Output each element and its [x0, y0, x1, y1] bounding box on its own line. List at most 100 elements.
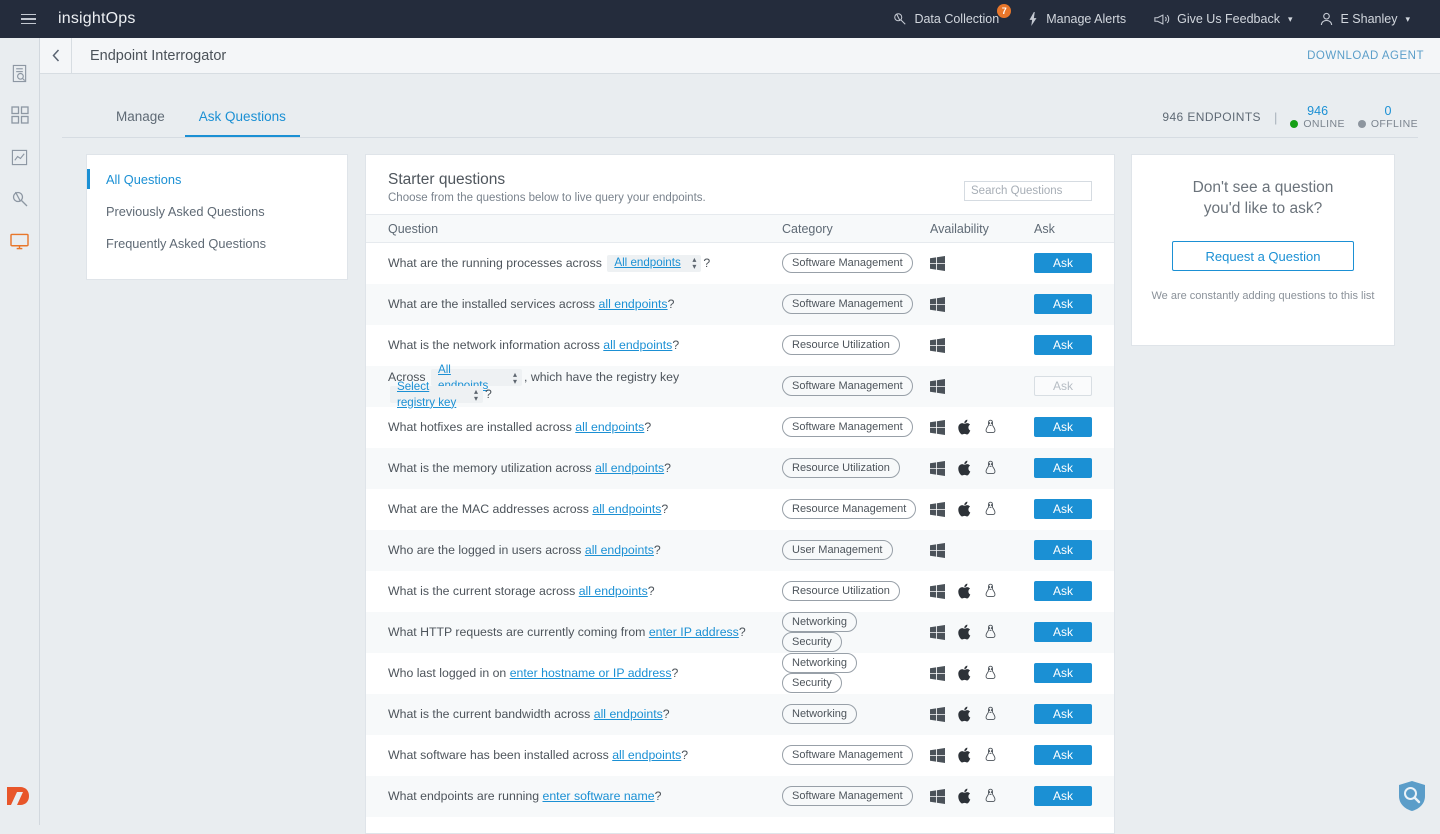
question-text: What software has been installed across [388, 748, 612, 762]
ask-button[interactable]: Ask [1034, 745, 1092, 765]
ask-button[interactable]: Ask [1034, 417, 1092, 437]
user-menu-button[interactable]: E Shanley ▾ [1306, 0, 1424, 38]
request-a-question-button[interactable]: Request a Question [1172, 241, 1354, 271]
availability-cell [922, 530, 1026, 571]
windows-icon [930, 379, 945, 394]
ask-button[interactable]: Ask [1034, 786, 1092, 806]
manage-alerts-button[interactable]: Manage Alerts [1013, 0, 1140, 38]
question-cell: What are the running processes across Al… [366, 243, 774, 284]
question-parameter-select[interactable]: All endpoints▴▾ [607, 255, 701, 272]
ask-button[interactable]: Ask [1034, 499, 1092, 519]
category-pill: User Management [782, 540, 893, 560]
os-icon-list [930, 256, 1018, 271]
ask-cell: Ask [1026, 612, 1115, 653]
availability-cell [922, 243, 1026, 284]
endpoints-online: 946 ONLINE [1290, 104, 1345, 130]
question-cell: What is the current storage across all e… [366, 571, 774, 612]
question-cell: What endpoints are running enter softwar… [366, 776, 774, 817]
windows-icon [930, 420, 945, 435]
category-pill: Software Management [782, 294, 913, 314]
ask-button[interactable]: Ask [1034, 335, 1092, 355]
question-parameter-link[interactable]: enter IP address [649, 625, 739, 639]
ask-cell: Ask [1026, 694, 1115, 735]
app-brand: insightOps [58, 10, 136, 28]
left-rail [0, 38, 40, 825]
question-parameter-link[interactable]: all endpoints [594, 707, 663, 721]
apple-icon [958, 665, 971, 681]
download-agent-link[interactable]: DOWNLOAD AGENT [1307, 50, 1424, 62]
data-collection-plug-icon[interactable] [0, 178, 40, 220]
availability-cell [922, 653, 1026, 694]
trends-chart-icon[interactable] [0, 136, 40, 178]
windows-icon [930, 256, 945, 271]
question-parameter-link[interactable]: all endpoints [579, 584, 648, 598]
question-text: What HTTP requests are currently coming … [388, 625, 649, 639]
question-parameter-link[interactable]: all endpoints [599, 297, 668, 311]
back-button[interactable] [40, 38, 72, 74]
help-shield-widget[interactable] [1397, 780, 1427, 812]
request-panel-note: We are constantly adding questions to th… [1150, 289, 1376, 304]
ask-button[interactable]: Ask [1034, 294, 1092, 314]
availability-cell [922, 694, 1026, 735]
question-cell: What hotfixes are installed across all e… [366, 407, 774, 448]
question-parameter-link[interactable]: all endpoints [595, 461, 664, 475]
category-cell: Resource Utilization [774, 448, 922, 489]
question-parameter-link[interactable]: enter software name [543, 789, 655, 803]
ask-cell: Ask [1026, 489, 1115, 530]
ask-button[interactable]: Ask [1034, 540, 1092, 560]
tab-manage[interactable]: Manage [102, 109, 179, 138]
linux-icon [984, 665, 997, 681]
give-us-feedback-button[interactable]: Give Us Feedback ▾ [1140, 0, 1306, 38]
search-input[interactable] [964, 181, 1092, 201]
sidebar-item-all-questions[interactable]: All Questions [87, 163, 347, 195]
endpoints-monitor-icon[interactable] [0, 220, 40, 262]
ask-button[interactable]: Ask [1034, 458, 1092, 478]
ask-button[interactable]: Ask [1034, 704, 1092, 724]
table-row: What is the memory utilization across al… [366, 448, 1115, 489]
question-cell: Across All endpoints▴▾, which have the r… [366, 366, 774, 407]
log-search-icon[interactable] [0, 52, 40, 94]
question-cell: What is the current bandwidth across all… [366, 694, 774, 735]
sidebar-item-previously-asked-questions[interactable]: Previously Asked Questions [87, 195, 347, 227]
ask-button[interactable]: Ask [1034, 253, 1092, 273]
chevron-down-icon: ▾ [1288, 14, 1293, 25]
questions-table-body: What are the running processes across Al… [366, 243, 1115, 817]
linux-icon [984, 583, 997, 599]
os-icon-list [930, 788, 1018, 804]
dashboards-icon[interactable] [0, 94, 40, 136]
question-parameter-link[interactable]: all endpoints [612, 748, 681, 762]
chevron-left-icon [52, 49, 60, 62]
question-parameter-select[interactable]: Select registry key▴▾ [390, 386, 483, 403]
table-row: What are the running processes across Al… [366, 243, 1115, 284]
apple-icon [958, 501, 971, 517]
endpoints-offline: 0 OFFLINE [1358, 104, 1418, 130]
category-pill: Software Management [782, 376, 913, 396]
hamburger-icon[interactable] [8, 14, 48, 25]
ask-button[interactable]: Ask [1034, 622, 1092, 642]
question-parameter-link[interactable]: enter hostname or IP address [510, 666, 672, 680]
question-parameter-link[interactable]: all endpoints [585, 543, 654, 557]
category-cell: NetworkingSecurity [774, 653, 922, 694]
category-cell: Networking [774, 694, 922, 735]
ask-button[interactable]: Ask [1034, 663, 1092, 683]
data-collection-button[interactable]: Data Collection 7 [879, 0, 1013, 38]
question-parameter-link[interactable]: all endpoints [592, 502, 661, 516]
question-parameter-link[interactable]: all endpoints [575, 420, 644, 434]
os-icon-list [930, 747, 1018, 763]
category-cell: Resource Utilization [774, 325, 922, 366]
page-title: Endpoint Interrogator [90, 48, 226, 64]
sidebar-item-frequently-asked-questions[interactable]: Frequently Asked Questions [87, 227, 347, 259]
tab-ask-questions[interactable]: Ask Questions [185, 109, 300, 138]
ask-cell: Ask [1026, 407, 1115, 448]
question-parameter-link[interactable]: all endpoints [603, 338, 672, 352]
online-label: ONLINE [1303, 118, 1345, 130]
windows-icon [930, 502, 945, 517]
user-icon [1320, 12, 1333, 26]
category-pill: Software Management [782, 745, 913, 765]
select-spinner-icon: ▴▾ [474, 388, 478, 402]
ask-button[interactable]: Ask [1034, 581, 1092, 601]
windows-icon [930, 748, 945, 763]
windows-icon [930, 707, 945, 722]
question-text: What hotfixes are installed across [388, 420, 575, 434]
sub-header: Endpoint Interrogator DOWNLOAD AGENT [40, 38, 1440, 74]
